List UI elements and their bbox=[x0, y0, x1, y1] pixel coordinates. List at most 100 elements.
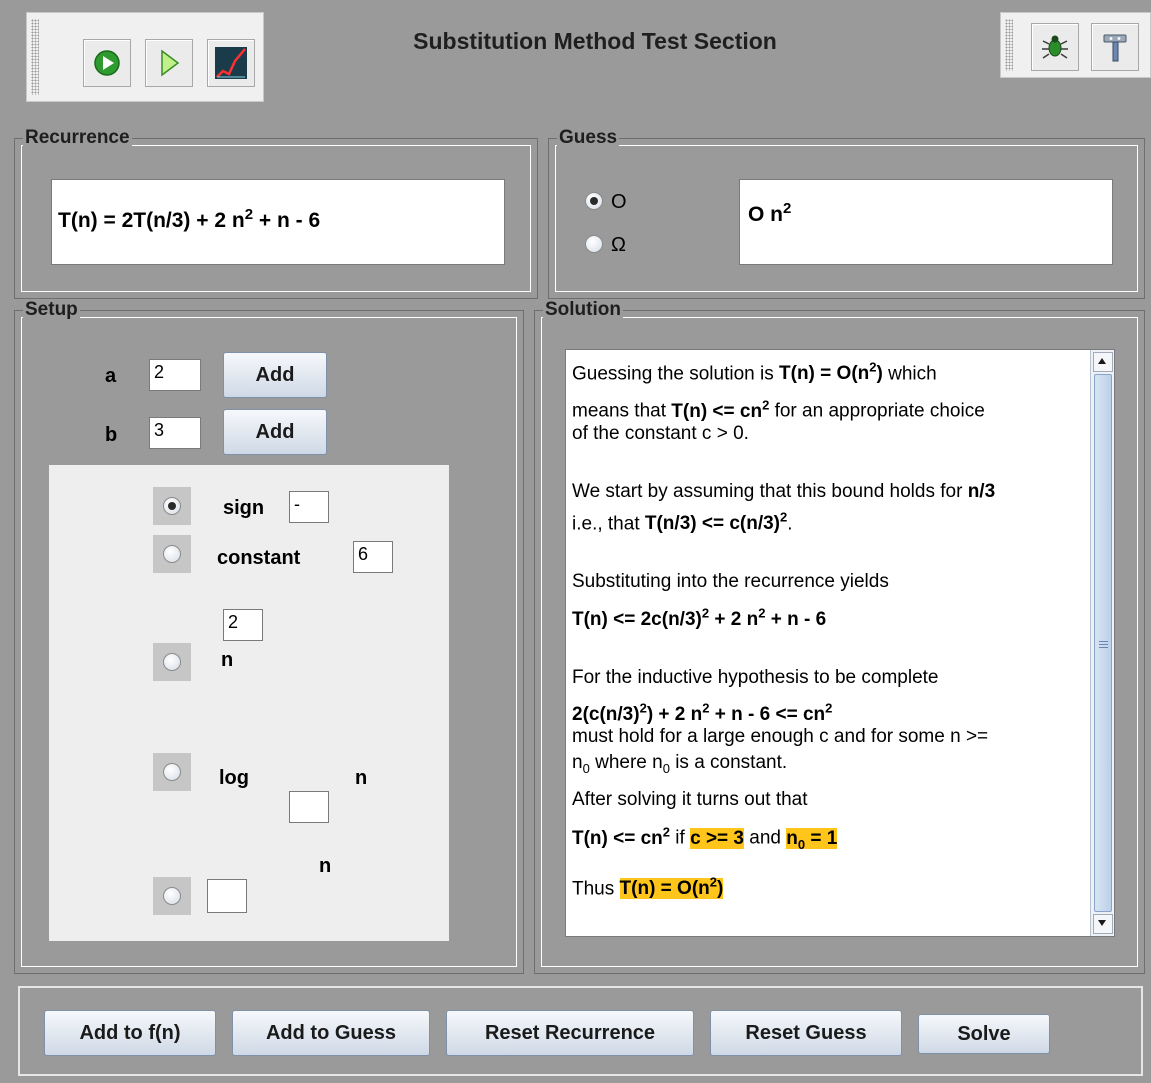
highlight-c: c >= 3 bbox=[690, 827, 744, 849]
solution-line: Thus bbox=[572, 877, 620, 899]
add-to-guess-button[interactable]: Add to Guess bbox=[232, 1010, 430, 1056]
setup-legend: Setup bbox=[23, 299, 80, 321]
n-label: n bbox=[221, 649, 234, 671]
b-input[interactable]: 3 bbox=[149, 417, 201, 449]
hammer-icon bbox=[1103, 34, 1127, 62]
solution-math: T(n) = O(n bbox=[779, 363, 870, 385]
guess-value-exponent: 2 bbox=[783, 200, 792, 217]
solution-sup: 2 bbox=[709, 874, 717, 890]
solution-math: n bbox=[786, 827, 798, 849]
exponent-base-input[interactable] bbox=[207, 879, 247, 913]
toolbar-right bbox=[1000, 12, 1151, 78]
recurrence-prefix: T(n) = 2T(n/3) + 2 n bbox=[58, 209, 245, 232]
solution-line: i.e., that bbox=[572, 512, 645, 534]
solution-line: means that bbox=[572, 400, 672, 422]
solution-line: and bbox=[743, 827, 787, 849]
a-input[interactable]: 2 bbox=[149, 359, 201, 391]
solution-line: if bbox=[670, 827, 691, 849]
guess-omega-label: Ω bbox=[611, 234, 626, 256]
solution-scrollbar[interactable] bbox=[1090, 350, 1114, 936]
solution-text: Guessing the solution is T(n) = O(n2) wh… bbox=[565, 349, 1115, 937]
recurrence-exponent: 2 bbox=[244, 206, 254, 223]
solution-math: T(n/3) <= c(n/3) bbox=[644, 512, 781, 534]
solution-math: + 2 n bbox=[709, 609, 759, 631]
toolbar-left bbox=[26, 12, 264, 102]
solution-sub: 0 bbox=[662, 760, 670, 776]
chart-icon bbox=[215, 47, 247, 79]
solution-line: n bbox=[572, 751, 583, 773]
solution-line: We start by assuming that this bound hol… bbox=[572, 480, 968, 502]
log-radio[interactable] bbox=[163, 763, 181, 781]
scroll-down-button[interactable] bbox=[1093, 914, 1113, 934]
solution-sub: 0 bbox=[582, 760, 590, 776]
add-to-fn-button[interactable]: Add to f(n) bbox=[44, 1010, 216, 1056]
recurrence-panel: Recurrence T(n) = 2T(n/3) + 2 n2 + n - 6 bbox=[14, 127, 538, 299]
solution-line: must hold for a large enough c and for s… bbox=[572, 725, 989, 747]
debug-button[interactable] bbox=[1031, 23, 1079, 71]
action-bar: Add to f(n) Add to Guess Reset Recurrenc… bbox=[18, 986, 1143, 1076]
solution-legend: Solution bbox=[543, 299, 623, 321]
solution-math: T(n) = O(n bbox=[619, 877, 710, 899]
step-button[interactable] bbox=[145, 39, 193, 87]
add-a-button[interactable]: Add bbox=[223, 352, 327, 398]
scroll-up-button[interactable] bbox=[1093, 352, 1113, 372]
solution-line: for an appropriate choice bbox=[769, 400, 985, 422]
guess-legend: Guess bbox=[557, 127, 620, 149]
exponent-n-label: n bbox=[319, 855, 332, 877]
solution-line: Substituting into the recurrence yields bbox=[572, 570, 889, 592]
reset-guess-button[interactable]: Reset Guess bbox=[710, 1010, 902, 1056]
sign-input[interactable]: - bbox=[289, 491, 329, 523]
solution-panel: Solution Guessing the solution is T(n) =… bbox=[534, 299, 1145, 974]
page-title: Substitution Method Test Section bbox=[413, 28, 777, 54]
solution-math: + n - 6 <= cn bbox=[709, 703, 826, 725]
guess-omega-radio[interactable] bbox=[585, 235, 603, 253]
recurrence-legend: Recurrence bbox=[23, 127, 132, 149]
toolbar-grip[interactable] bbox=[1005, 19, 1013, 71]
scroll-thumb[interactable] bbox=[1094, 374, 1112, 912]
chevron-down-icon bbox=[1098, 920, 1106, 926]
constant-radio[interactable] bbox=[163, 545, 181, 563]
bug-icon bbox=[1042, 35, 1068, 59]
solution-math: 2(c(n/3) bbox=[572, 703, 640, 725]
guess-panel: Guess O Ω O n2 bbox=[548, 127, 1145, 299]
solution-sup: 2 bbox=[662, 824, 671, 840]
solution-sub: 0 bbox=[797, 836, 806, 852]
solution-math: ) bbox=[717, 877, 724, 899]
highlight-n0: n0 = 1 bbox=[786, 827, 838, 852]
guess-o-radio[interactable] bbox=[585, 192, 603, 210]
constant-label: constant bbox=[217, 547, 301, 569]
toolbar-grip[interactable] bbox=[31, 19, 39, 95]
solution-math: T(n) <= cn bbox=[572, 827, 663, 849]
solution-line: For the inductive hypothesis to be compl… bbox=[572, 667, 939, 689]
solution-math: T(n) <= cn bbox=[671, 400, 763, 422]
solution-line: . bbox=[787, 512, 793, 534]
tools-button[interactable] bbox=[1091, 23, 1139, 71]
step-icon bbox=[161, 49, 180, 77]
chevron-up-icon bbox=[1098, 358, 1106, 364]
sign-radio[interactable] bbox=[163, 497, 181, 515]
add-b-button[interactable]: Add bbox=[223, 409, 327, 455]
solve-button[interactable]: Solve bbox=[918, 1014, 1050, 1054]
n-power-radio[interactable] bbox=[163, 653, 181, 671]
solution-math: + n - 6 bbox=[765, 609, 827, 631]
highlight-conclusion: T(n) = O(n2) bbox=[619, 874, 724, 899]
guess-value: O n bbox=[748, 203, 783, 226]
solution-line: is a constant. bbox=[669, 751, 788, 773]
reset-recurrence-button[interactable]: Reset Recurrence bbox=[446, 1010, 694, 1056]
exponential-radio[interactable] bbox=[163, 887, 181, 905]
solution-line: which bbox=[882, 363, 937, 385]
term-area: sign - constant 6 2 n log n n bbox=[49, 465, 449, 941]
constant-input[interactable]: 6 bbox=[353, 541, 393, 573]
solution-sup: 2 bbox=[825, 700, 833, 716]
solution-sup: 2 bbox=[639, 700, 647, 716]
a-label: a bbox=[105, 365, 117, 387]
n-exponent-input[interactable]: 2 bbox=[223, 609, 263, 641]
recurrence-display: T(n) = 2T(n/3) + 2 n2 + n - 6 bbox=[51, 179, 505, 265]
solution-sup: 2 bbox=[701, 605, 710, 621]
guess-input[interactable]: O n2 bbox=[739, 179, 1113, 265]
solution-line: of the constant c > 0. bbox=[572, 422, 749, 444]
chart-button[interactable] bbox=[207, 39, 255, 87]
run-button[interactable] bbox=[83, 39, 131, 87]
solution-line: After solving it turns out that bbox=[572, 789, 808, 811]
log-base-input[interactable] bbox=[289, 791, 329, 823]
